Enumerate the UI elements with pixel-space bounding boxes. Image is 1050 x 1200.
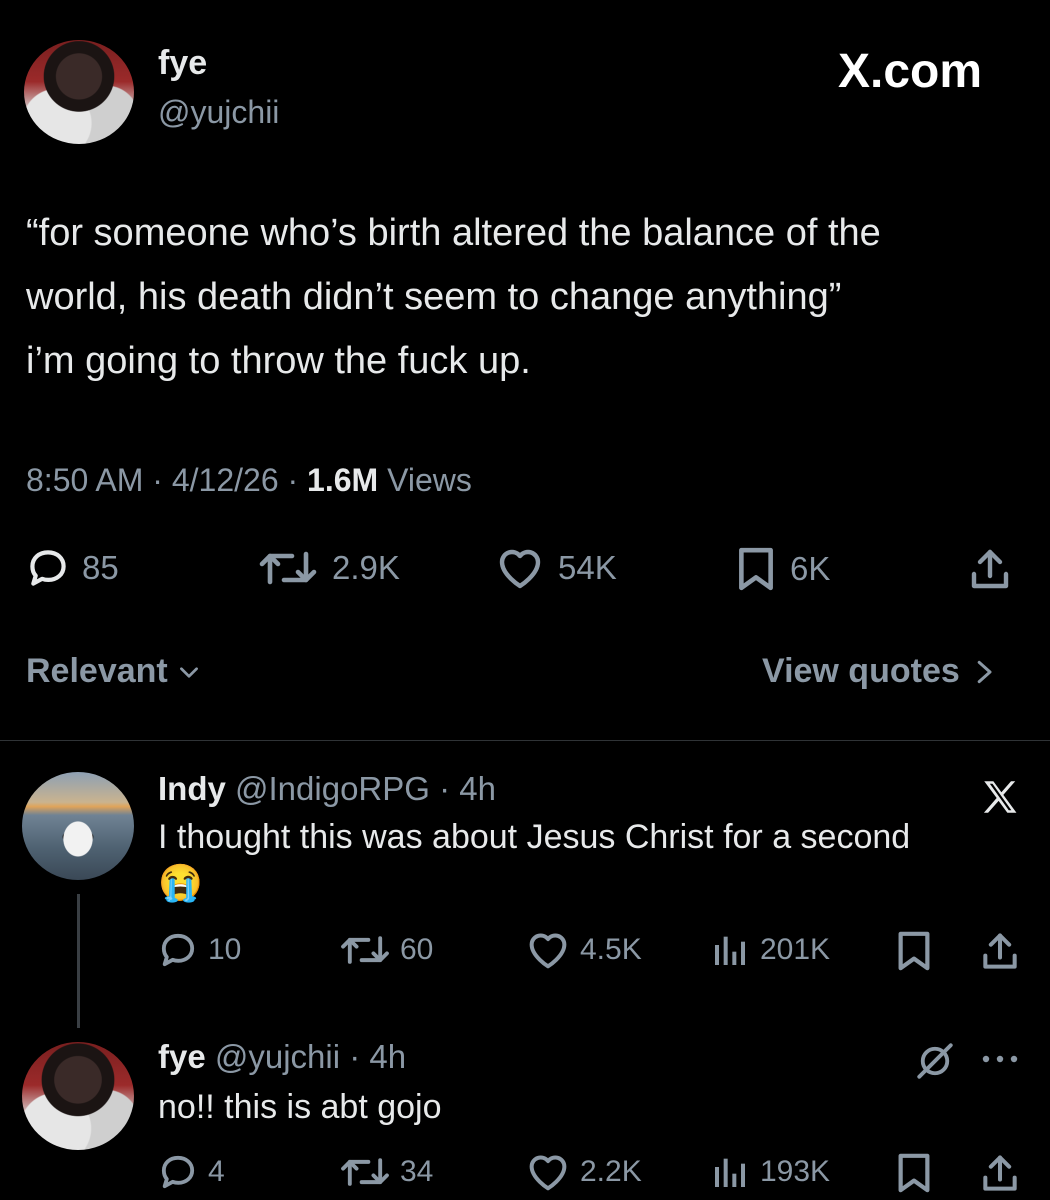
crying-emoji: 😭 xyxy=(158,862,203,903)
reply-count: 4 xyxy=(208,1155,225,1188)
chevron-down-icon xyxy=(179,666,198,678)
tweet-text-line-3: i’m going to throw the fuck up. xyxy=(26,340,531,382)
reply-repost-button[interactable]: 34 xyxy=(338,1152,433,1192)
author-handle[interactable]: @yujchii xyxy=(158,94,279,131)
like-button[interactable]: 54K xyxy=(494,546,617,590)
bookmark-icon[interactable] xyxy=(894,930,934,972)
author-avatar[interactable] xyxy=(24,40,134,144)
sort-label: Relevant xyxy=(26,652,168,690)
reply-text: no!! this is abt gojo xyxy=(158,1088,442,1126)
like-count: 2.2K xyxy=(580,1155,642,1188)
bookmark-button[interactable]: 6K xyxy=(734,546,830,592)
reply-handle[interactable]: @yujchii xyxy=(215,1038,340,1075)
repost-button[interactable]: 2.9K xyxy=(256,546,400,590)
like-count: 4.5K xyxy=(580,933,642,966)
repost-icon xyxy=(341,1158,389,1186)
bookmark-icon xyxy=(739,547,773,591)
reply-count: 85 xyxy=(82,549,119,586)
reply-age[interactable]: · 4h xyxy=(439,770,496,807)
more-options-icon[interactable] xyxy=(980,1050,1020,1068)
bookmark-icon[interactable] xyxy=(894,1152,934,1194)
analytics-icon xyxy=(715,1158,745,1187)
reply-button[interactable]: 85 xyxy=(26,546,119,590)
reply-icon xyxy=(161,933,195,967)
reply-count: 10 xyxy=(208,933,242,966)
reply-icon xyxy=(161,1155,195,1189)
tweet-time[interactable]: 8:50 AM xyxy=(26,462,143,498)
repost-count: 2.9K xyxy=(332,549,400,586)
reply-handle[interactable]: @IndigoRPG xyxy=(235,770,430,807)
repost-count: 60 xyxy=(400,933,434,966)
reply-views-button[interactable]: 193K xyxy=(710,1152,830,1192)
reply-avatar[interactable] xyxy=(22,772,134,880)
reply-icon xyxy=(30,550,66,586)
heart-icon xyxy=(529,1155,567,1191)
reply-display-name[interactable]: fye xyxy=(158,1038,206,1075)
views-count[interactable]: 1.6M xyxy=(307,462,378,498)
reply-repost-button[interactable]: 60 xyxy=(338,930,433,970)
bookmark-count: 6K xyxy=(790,550,831,587)
reply-display-name[interactable]: Indy xyxy=(158,770,226,807)
reply-text: I thought this was about Jesus Christ fo… xyxy=(158,818,911,856)
views-label: Views xyxy=(387,462,472,498)
author-display-name[interactable]: fye xyxy=(158,44,207,83)
tweet-date[interactable]: 4/12/26 xyxy=(172,462,279,498)
heart-icon xyxy=(499,549,541,589)
x-logo-icon xyxy=(983,781,1017,813)
reply-reply-button[interactable]: 10 xyxy=(158,930,241,970)
reply-like-button[interactable]: 2.2K xyxy=(526,1152,642,1192)
views-count: 201K xyxy=(760,933,831,966)
chevron-right-icon xyxy=(977,660,992,683)
analytics-icon xyxy=(715,936,745,965)
share-icon[interactable] xyxy=(978,930,1022,974)
meta-separator: · xyxy=(152,462,163,498)
site-logo: X.com xyxy=(838,45,983,98)
view-quotes-link[interactable]: View quotes xyxy=(762,652,996,691)
thread-line xyxy=(77,894,80,1028)
share-icon[interactable] xyxy=(978,1152,1022,1196)
mute-icon[interactable] xyxy=(912,1040,958,1082)
reply-header: fye @yujchii · 4h xyxy=(158,1038,406,1076)
reply-avatar[interactable] xyxy=(22,1042,134,1150)
heart-icon xyxy=(529,933,567,969)
repost-icon xyxy=(341,936,389,964)
reply-views-button[interactable]: 201K xyxy=(710,930,830,970)
reply-like-button[interactable]: 4.5K xyxy=(526,930,642,970)
tweet-meta: 8:50 AM · 4/12/26 · 1.6M Views xyxy=(26,462,472,499)
tweet-text-line-2: world, his death didn’t seem to change a… xyxy=(26,276,842,318)
reply-reply-button[interactable]: 4 xyxy=(158,1152,225,1192)
reply-header: Indy @IndigoRPG · 4h xyxy=(158,770,496,808)
like-count: 54K xyxy=(558,549,617,586)
views-count: 193K xyxy=(760,1155,831,1188)
sort-dropdown[interactable]: Relevant xyxy=(26,652,202,691)
section-divider xyxy=(0,740,1050,741)
meta-separator: · xyxy=(287,462,299,498)
share-icon[interactable] xyxy=(966,546,1014,594)
reply-age[interactable]: · 4h xyxy=(349,1038,406,1075)
repost-icon xyxy=(259,551,317,585)
repost-count: 34 xyxy=(400,1155,434,1188)
view-quotes-label: View quotes xyxy=(762,652,960,690)
tweet-text-line-1: “for someone who’s birth altered the bal… xyxy=(26,212,881,254)
